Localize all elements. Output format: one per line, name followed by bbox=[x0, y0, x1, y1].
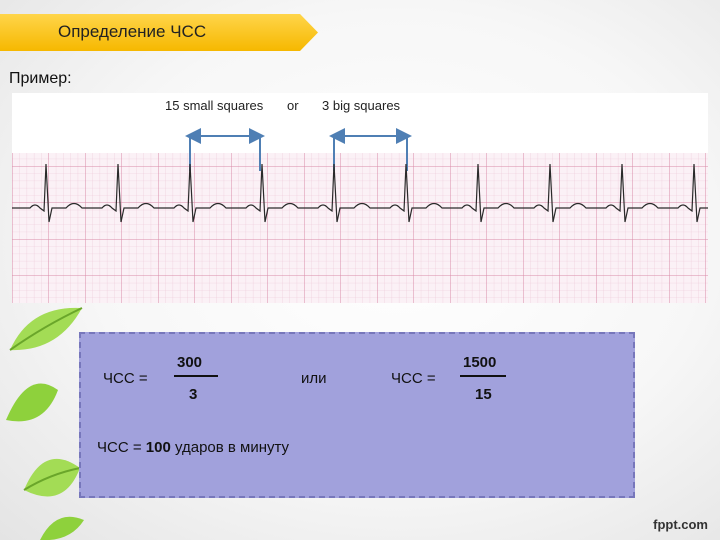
title-banner: Определение ЧСС bbox=[0, 14, 318, 51]
slide-title: Определение ЧСС bbox=[58, 22, 207, 41]
formula-result-suffix: ударов в минуту bbox=[174, 439, 290, 456]
leaf-icon bbox=[9, 307, 83, 351]
formula-result-value: 100 bbox=[145, 439, 171, 456]
annotation-or: or bbox=[287, 98, 299, 113]
formula-connector: или bbox=[301, 370, 327, 387]
ecg-strip: 15 small squares or 3 big squares bbox=[12, 93, 708, 303]
fppt-logo: fppt.com bbox=[653, 517, 708, 532]
leaf-icon bbox=[6, 383, 58, 422]
annotation-big-squares: 3 big squares bbox=[322, 98, 401, 113]
formula-left-label: ЧСС = bbox=[103, 370, 148, 387]
annotation-small-squares: 15 small squares bbox=[165, 98, 264, 113]
leaf-icon bbox=[23, 458, 81, 497]
formula-right-numerator: 1500 bbox=[463, 354, 497, 371]
formula-result: ЧСС = 100 ударов в минуту bbox=[97, 439, 289, 456]
formula-right-denominator: 15 bbox=[475, 386, 492, 403]
formula-result-prefix: ЧСС = bbox=[97, 439, 142, 456]
formula-right-label: ЧСС = bbox=[391, 370, 436, 387]
formula-box: ЧСС = 300 3 или ЧСС = 1500 15 ЧСС = 100 … bbox=[79, 332, 635, 498]
formula-left-denominator: 3 bbox=[189, 386, 198, 403]
fraction-line-left bbox=[174, 375, 218, 377]
fraction-line-right bbox=[460, 375, 506, 377]
formula-left-numerator: 300 bbox=[177, 354, 203, 371]
leaf-icon bbox=[40, 516, 84, 540]
example-label: Пример: bbox=[9, 70, 72, 87]
